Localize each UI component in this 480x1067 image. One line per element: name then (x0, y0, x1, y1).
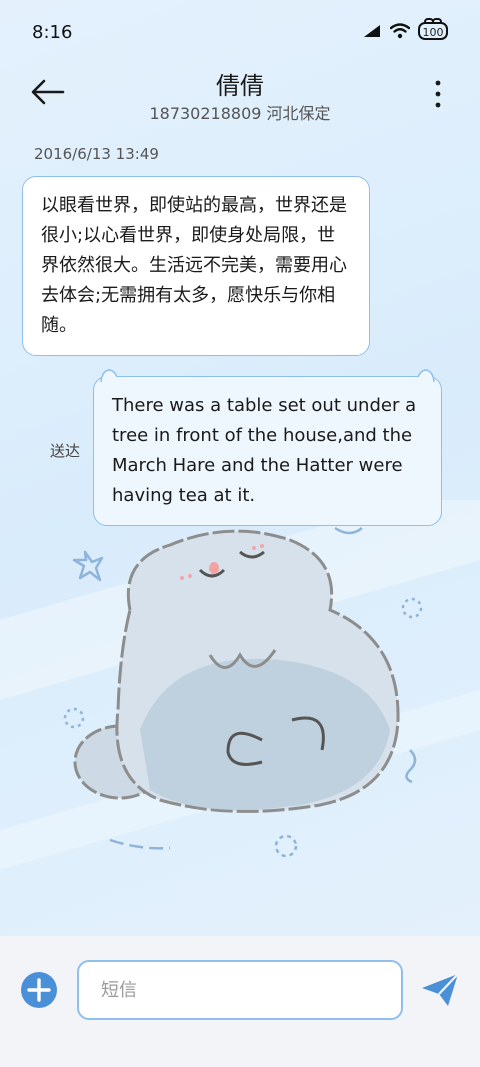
battery-icon: 100 (418, 18, 448, 40)
send-icon[interactable] (420, 972, 460, 1008)
outgoing-message-text: There was a table set out under a tree i… (112, 395, 417, 506)
more-vertical-icon[interactable] (430, 78, 446, 110)
sms-input-field[interactable] (77, 960, 403, 1020)
bubble-ear-decoration (100, 369, 118, 383)
add-circle-icon[interactable] (20, 971, 58, 1009)
sms-input[interactable] (79, 962, 401, 1018)
wifi-icon (390, 23, 410, 39)
contact-number-location: 18730218809 河北保定 (149, 104, 331, 123)
bubble-ear-decoration (417, 369, 435, 383)
conversation-header: 倩倩 18730218809 河北保定 (0, 60, 480, 130)
status-time: 8:16 (32, 22, 73, 43)
cat-wallpaper-illustration (0, 500, 480, 870)
battery-level: 100 (422, 26, 444, 39)
incoming-message-bubble[interactable]: 以眼看世界，即使站的最高，世界还是很小;以心看世界，即使身处局限，世界依然很大。… (22, 176, 370, 356)
message-composer (0, 936, 480, 1067)
outgoing-message-bubble[interactable]: There was a table set out under a tree i… (93, 369, 442, 526)
contact-name: 倩倩 (216, 72, 264, 100)
status-bar: 8:16 100 (0, 0, 480, 68)
delivery-status: 送达 (50, 442, 81, 460)
message-timestamp: 2016/6/13 13:49 (34, 145, 159, 163)
signal-icon (364, 25, 380, 37)
status-icons: 100 (362, 18, 448, 40)
incoming-message-text: 以眼看世界，即使站的最高，世界还是很小;以心看世界，即使身处局限，世界依然很大。… (41, 195, 347, 336)
